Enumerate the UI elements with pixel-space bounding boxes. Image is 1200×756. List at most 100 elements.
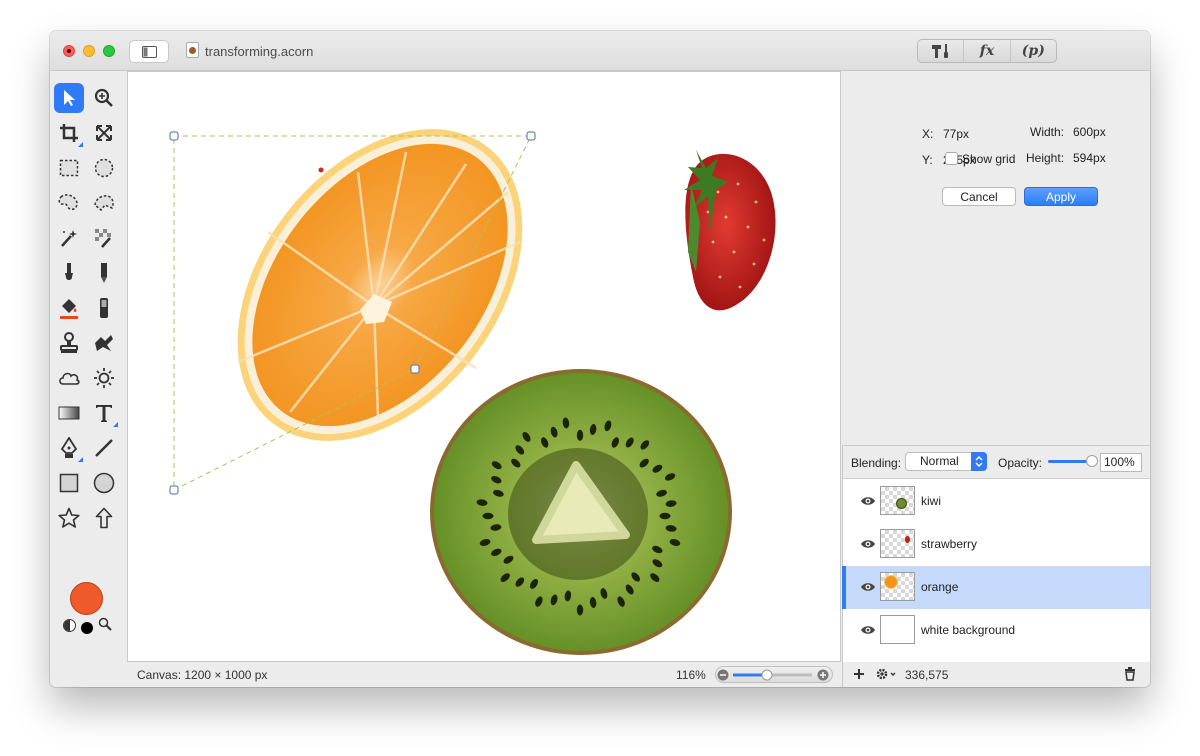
swap-colors-icon[interactable] — [63, 619, 76, 632]
circle-tool[interactable] — [89, 468, 119, 498]
circle-icon — [93, 472, 115, 494]
clone-stamp-icon — [60, 332, 78, 353]
blending-select[interactable]: Normal — [905, 452, 987, 471]
zoom-slider[interactable] — [715, 666, 833, 683]
layer-thumbnail — [880, 572, 915, 601]
opacity-slider-knob[interactable] — [1086, 455, 1098, 467]
x-value[interactable]: 77px — [943, 127, 969, 141]
strawberry-thumb-dot — [905, 536, 910, 543]
toggle-sidebar-button[interactable] — [129, 40, 169, 63]
apply-button[interactable]: Apply — [1024, 187, 1098, 206]
image-canvas[interactable] — [127, 71, 841, 662]
eraser-tool[interactable] — [89, 293, 119, 323]
brush-icon — [65, 263, 73, 280]
eraser-icon — [100, 298, 108, 318]
layer-row-orange[interactable]: orange — [842, 566, 1150, 609]
height-value[interactable]: 594px — [1073, 151, 1106, 165]
opacity-field[interactable]: 100% — [1100, 453, 1142, 472]
paint-bucket-icon — [60, 299, 78, 319]
trash-icon[interactable] — [1124, 667, 1136, 681]
text-tool[interactable] — [89, 398, 119, 428]
layer-name: orange — [921, 580, 959, 594]
rect-select-icon — [59, 159, 79, 177]
rect-select-tool[interactable] — [54, 153, 84, 183]
height-label: Height: — [1026, 151, 1065, 165]
cancel-button[interactable]: Cancel — [942, 187, 1016, 206]
select-arrows-icon — [971, 452, 987, 471]
brush-tool[interactable] — [54, 258, 84, 288]
crop-tool[interactable] — [54, 118, 84, 148]
transform-tool[interactable] — [89, 118, 119, 148]
eye-icon[interactable] — [860, 538, 876, 550]
layer-row-white-background[interactable]: white background — [843, 609, 1150, 652]
layer-thumbnail — [880, 486, 915, 515]
polygon-lasso-icon — [94, 195, 114, 212]
zoom-slider-graphic — [717, 669, 829, 681]
layers-panel: Blending: Normal Opacity: 100% kiwi stra… — [842, 445, 1150, 662]
opacity-slider-track[interactable] — [1048, 460, 1090, 463]
gear-icon[interactable] — [875, 667, 897, 681]
line-icon — [95, 439, 113, 457]
show-grid-checkbox[interactable] — [945, 152, 958, 165]
zoom-window-button[interactable] — [103, 45, 115, 57]
gradient-tool[interactable] — [54, 398, 84, 428]
ellipse-select-icon — [94, 158, 114, 178]
transform-icon — [96, 125, 112, 141]
lasso-tool[interactable] — [54, 188, 84, 218]
orange-thumb-dot — [884, 575, 898, 589]
crop-icon — [60, 124, 78, 142]
pen-tool[interactable] — [54, 433, 84, 463]
sun-tool[interactable] — [89, 363, 119, 393]
tab-fx[interactable]: fx — [963, 40, 1009, 62]
pencil-tool[interactable] — [89, 258, 119, 288]
tab-p[interactable]: (p) — [1009, 40, 1056, 62]
clone-stamp-tool[interactable] — [54, 328, 84, 358]
title-bar: transforming.acorn fx (p) — [50, 31, 1150, 71]
magic-wand-icon — [61, 230, 77, 247]
layer-row-strawberry[interactable]: strawberry — [843, 523, 1150, 566]
swap-colors-half — [64, 620, 70, 631]
star-icon — [58, 507, 80, 528]
arrow-tool[interactable] — [89, 503, 119, 533]
layer-thumbnail — [880, 529, 915, 558]
layer-name: strawberry — [921, 537, 978, 551]
rectangle-icon — [59, 473, 79, 493]
foreground-color-well[interactable] — [70, 582, 103, 615]
eyedropper-icon[interactable] — [98, 617, 112, 631]
eye-icon[interactable] — [860, 581, 876, 593]
layer-thumbnail — [880, 615, 915, 644]
kiwi-seed — [659, 512, 671, 520]
layer-row-kiwi[interactable]: kiwi — [843, 480, 1150, 523]
retouch-tool[interactable] — [89, 328, 119, 358]
zoom-tool[interactable] — [89, 83, 119, 113]
polygon-lasso-tool[interactable] — [89, 188, 119, 218]
tab-tools[interactable] — [918, 40, 963, 62]
move-tool[interactable] — [54, 83, 84, 113]
minimize-window-button[interactable] — [83, 45, 95, 57]
strawberry-layer-artwork[interactable] — [684, 150, 776, 311]
magic-wand-tool[interactable] — [54, 223, 84, 253]
star-tool[interactable] — [54, 503, 84, 533]
close-window-button[interactable] — [63, 45, 75, 57]
line-tool[interactable] — [89, 433, 119, 463]
plus-icon[interactable] — [853, 668, 865, 680]
rectangle-tool[interactable] — [54, 468, 84, 498]
inspector-segmented-control: fx (p) — [917, 39, 1057, 63]
color-select-tool[interactable] — [89, 223, 119, 253]
eye-icon[interactable] — [860, 624, 876, 636]
cloud-tool[interactable] — [54, 363, 84, 393]
paint-bucket-tool[interactable] — [54, 293, 84, 323]
layers-footer: 336,575 — [842, 662, 1150, 687]
kiwi-layer-artwork[interactable] — [430, 369, 732, 655]
ellipse-select-tool[interactable] — [89, 153, 119, 183]
move-icon — [64, 90, 75, 106]
width-label: Width: — [1030, 125, 1065, 139]
opacity-label: Opacity: — [998, 456, 1043, 470]
eye-icon[interactable] — [860, 495, 876, 507]
kiwi-seed — [576, 429, 584, 441]
default-colors-icon[interactable] — [81, 622, 93, 634]
pen-icon — [60, 437, 78, 458]
blending-value: Normal — [920, 454, 959, 468]
width-value[interactable]: 600px — [1073, 125, 1106, 139]
kiwi-seed — [576, 604, 584, 616]
